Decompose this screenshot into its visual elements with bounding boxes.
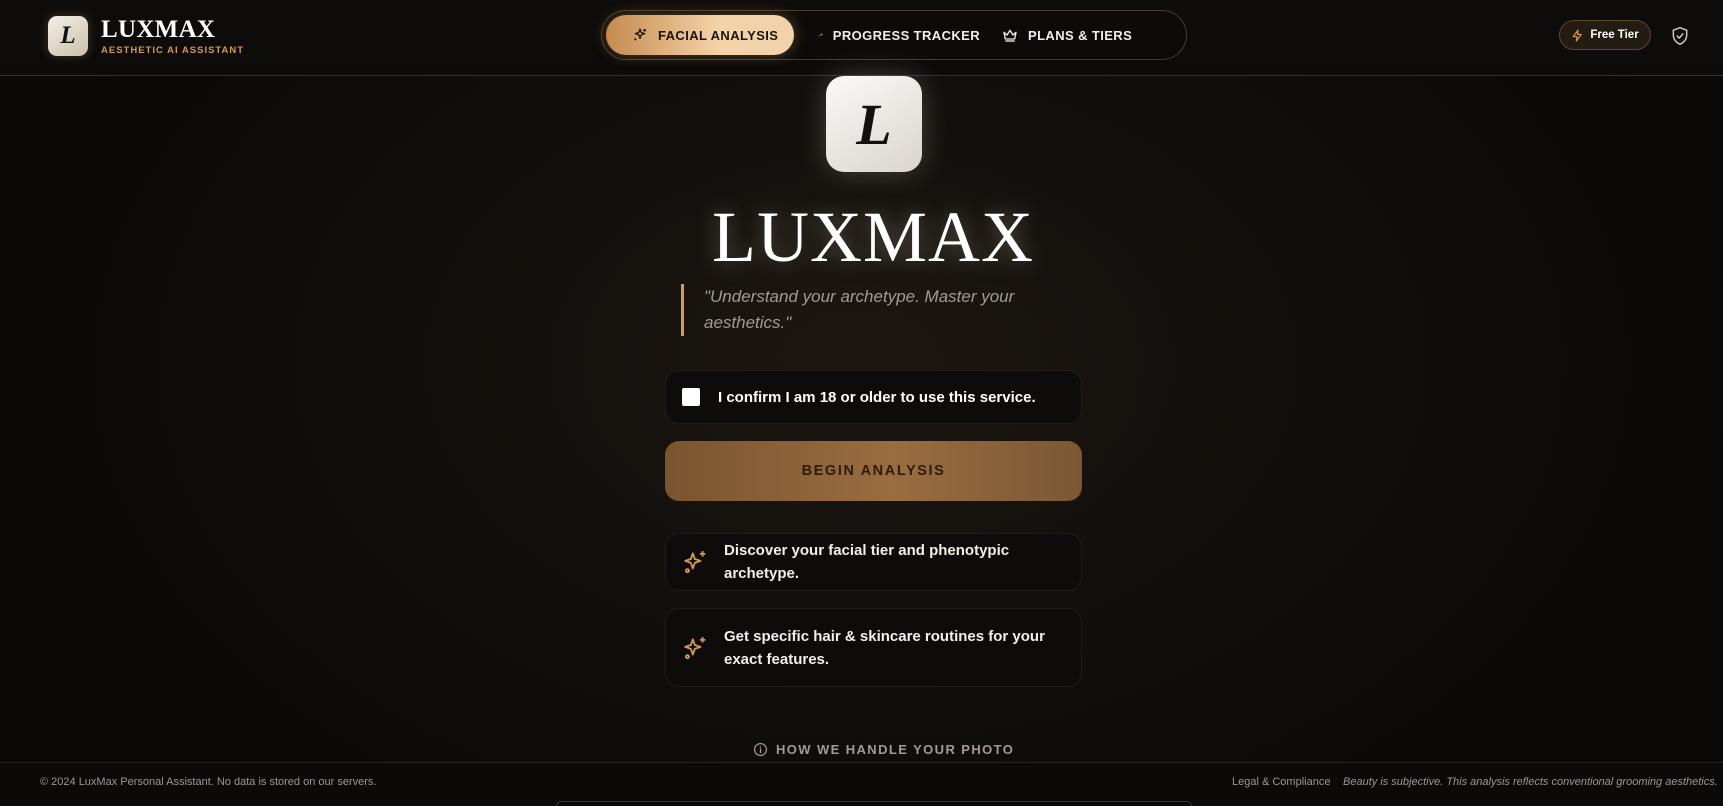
info-icon — [753, 742, 768, 757]
brand-subtitle: AESTHETIC AI ASSISTANT — [101, 44, 245, 56]
free-tier-badge[interactable]: Free Tier — [1559, 20, 1651, 50]
main-nav: FACIAL ANALYSIS PROGRESS TRACKER PLANS &… — [601, 10, 1187, 60]
begin-analysis-button[interactable]: BEGIN ANALYSIS — [665, 441, 1082, 501]
disclaimer-text: Beauty is subjective. This analysis refl… — [1343, 776, 1718, 788]
shield-check-icon[interactable] — [1670, 25, 1690, 47]
feature-card: Get specific hair & skincare routines fo… — [665, 608, 1082, 687]
brand-logo: L — [48, 16, 88, 56]
brand-logo-letter: L — [60, 22, 76, 49]
tab-progress-tracker[interactable]: PROGRESS TRACKER — [794, 15, 980, 55]
bottom-panel-edge — [556, 801, 1192, 806]
tab-label: PLANS & TIERS — [1028, 27, 1133, 43]
brand[interactable]: L LUXMAX AESTHETIC AI ASSISTANT — [48, 16, 244, 56]
feature-card: Discover your facial tier and phenotypic… — [665, 533, 1082, 591]
sparkles-icon — [684, 636, 706, 659]
tab-facial-analysis[interactable]: FACIAL ANALYSIS — [606, 15, 794, 55]
photo-handling-label: HOW WE HANDLE YOUR PHOTO — [776, 742, 1015, 757]
brand-text: LUXMAX AESTHETIC AI ASSISTANT — [101, 17, 244, 56]
tab-label: PROGRESS TRACKER — [832, 27, 980, 43]
age-confirm-label: I confirm I am 18 or older to use this s… — [718, 388, 1036, 406]
age-confirm-checkbox[interactable] — [682, 388, 700, 406]
tab-plans-tiers[interactable]: PLANS & TIERS — [980, 15, 1132, 55]
hero-logo: L — [826, 76, 922, 172]
tab-label: FACIAL ANALYSIS — [658, 27, 779, 43]
crown-icon — [1003, 29, 1017, 42]
trending-up-icon — [818, 33, 823, 37]
age-confirm-row[interactable]: I confirm I am 18 or older to use this s… — [665, 370, 1082, 424]
feature-text: Discover your facial tier and phenotypic… — [724, 542, 1010, 582]
sparkles-icon — [684, 551, 706, 574]
lightning-icon — [1572, 28, 1583, 42]
free-tier-label: Free Tier — [1590, 29, 1639, 41]
page-title: LUXMAX — [712, 197, 1034, 277]
footer: © 2024 LuxMax Personal Assistant. No dat… — [0, 762, 1723, 806]
tagline-quote: "Understand your archetype. Master your … — [681, 284, 1061, 336]
photo-handling-link[interactable]: HOW WE HANDLE YOUR PHOTO — [753, 742, 1014, 757]
hero-logo-letter: L — [856, 91, 892, 157]
brand-name: LUXMAX — [101, 15, 216, 43]
legal-compliance-link[interactable]: Legal & Compliance — [1232, 776, 1330, 788]
sparkles-icon — [634, 28, 646, 41]
top-header: L LUXMAX AESTHETIC AI ASSISTANT FACIAL A… — [0, 0, 1723, 76]
feature-text: Get specific hair & skincare routines fo… — [724, 627, 1045, 668]
copyright-text: © 2024 LuxMax Personal Assistant. No dat… — [40, 776, 377, 788]
